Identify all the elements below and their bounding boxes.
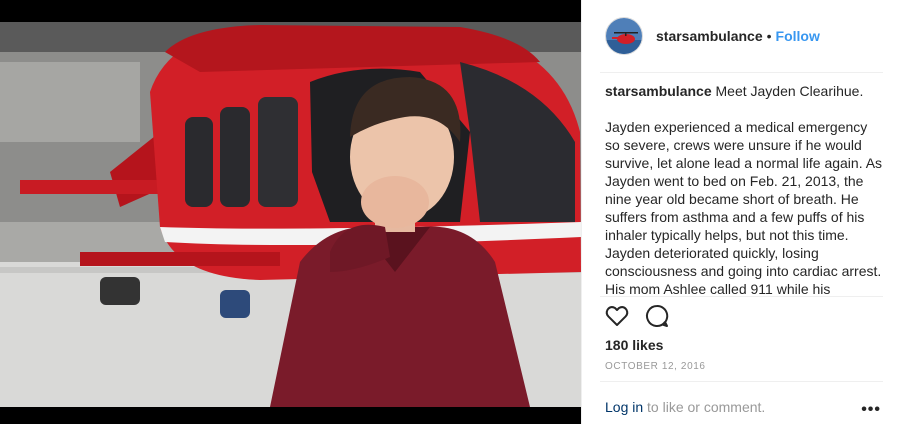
follow-button[interactable]: Follow (776, 28, 820, 44)
caption-username-link[interactable]: starsambulance (605, 83, 712, 99)
caption-title: Meet Jayden Clearihue. (715, 83, 864, 99)
username-link[interactable]: starsambulance (656, 28, 763, 44)
caption: starsambulance Meet Jayden Clearihue. Ja… (605, 82, 885, 294)
heart-icon[interactable] (604, 303, 630, 329)
post-side-panel: starsambulance • Follow starsambulance M… (581, 0, 900, 424)
caption-divider (600, 296, 883, 297)
post-photo[interactable] (0, 22, 581, 407)
post-media[interactable] (0, 0, 581, 424)
photo-illustration (0, 22, 581, 407)
more-options-icon[interactable]: ••• (861, 401, 881, 419)
login-suffix: to like or comment. (643, 399, 766, 415)
header-divider (600, 72, 883, 73)
login-prompt: Log in to like or comment. (605, 399, 765, 415)
footer-divider (600, 381, 883, 382)
caption-body: Jayden experienced a medical emergency s… (605, 119, 883, 294)
post-date: OCTOBER 12, 2016 (605, 361, 706, 372)
login-link[interactable]: Log in (605, 399, 643, 415)
post-header: starsambulance • Follow (582, 0, 900, 72)
action-bar (604, 303, 670, 329)
helicopter-avatar-icon[interactable] (605, 17, 643, 55)
caption-heading: starsambulance Meet Jayden Clearihue. (605, 82, 885, 100)
likes-count[interactable]: 180 likes (605, 337, 663, 353)
separator-dot: • (766, 28, 772, 44)
comment-icon[interactable] (644, 303, 670, 329)
